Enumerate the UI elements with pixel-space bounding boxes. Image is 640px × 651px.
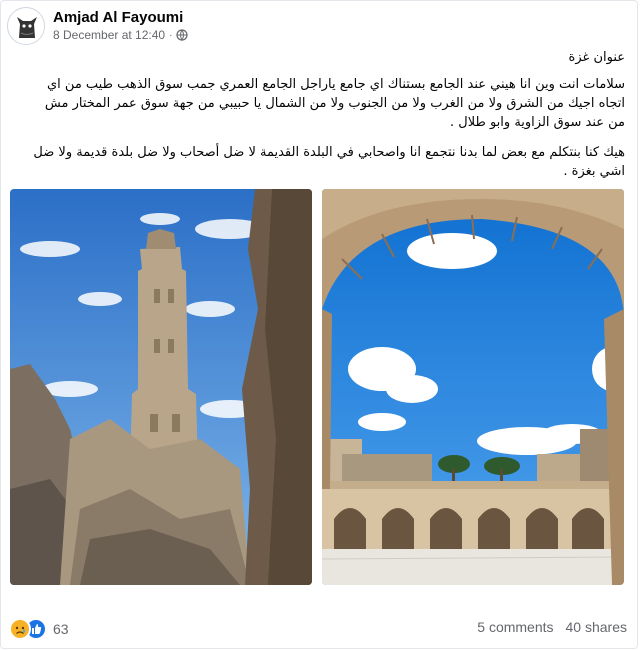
shares-count-link[interactable]: 40 shares — [566, 619, 627, 635]
reaction-summary[interactable]: 63 — [9, 618, 69, 640]
author-avatar[interactable] — [7, 7, 45, 45]
comments-count-link[interactable]: 5 comments — [477, 619, 553, 635]
post-header: Amjad Al Fayoumi 8 December at 12:40 · — [7, 7, 607, 47]
post-timestamp[interactable]: 8 December at 12:40 — [53, 28, 165, 42]
post-card: Amjad Al Fayoumi 8 December at 12:40 · ع… — [0, 0, 638, 649]
post-stats: 5 comments 40 shares — [477, 619, 627, 635]
post-footer: 63 5 comments 40 shares — [1, 613, 639, 643]
separator-dot: · — [169, 29, 173, 41]
author-name[interactable]: Amjad Al Fayoumi — [53, 9, 183, 26]
post-text-paragraph-1: سلامات انت وين انا هيني عند الجامع بستنا… — [44, 77, 625, 130]
sad-reaction-icon — [9, 618, 31, 640]
post-text-title: عنوان غزة — [568, 50, 625, 65]
photo-mosque-courtyard[interactable] — [322, 189, 624, 585]
post-text-paragraph-2: هيك كنا بنتكلم مع بعض لما بدنا نتجمع انا… — [33, 145, 625, 179]
minaret-ruins-image — [10, 189, 312, 585]
reaction-count: 63 — [53, 621, 69, 637]
globe-icon — [176, 29, 189, 41]
photo-damaged-minaret[interactable] — [10, 189, 312, 585]
mosque-arch-image — [322, 189, 624, 585]
post-meta: 8 December at 12:40 · — [53, 28, 189, 42]
avatar-cat-icon — [9, 9, 44, 44]
